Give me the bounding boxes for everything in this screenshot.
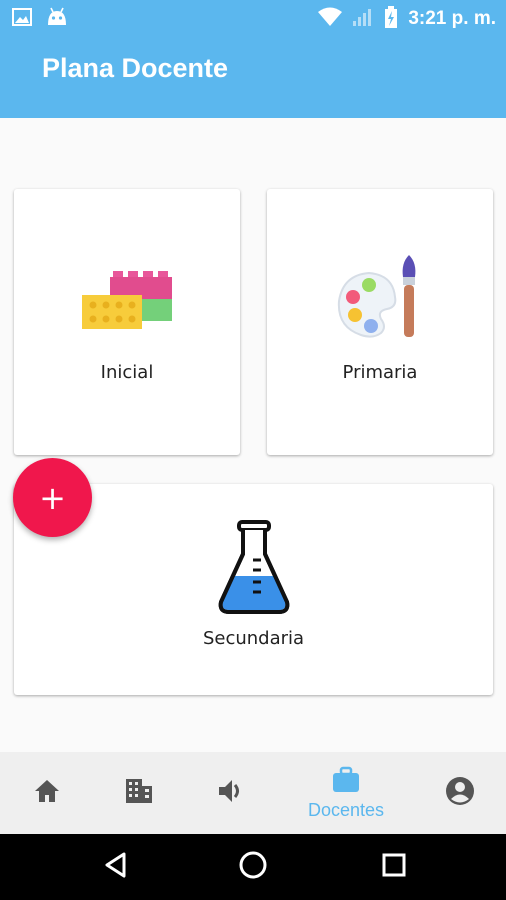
building-icon: [124, 777, 154, 809]
battery-charging-icon: [384, 6, 398, 32]
system-navigation-bar: [0, 834, 506, 900]
home-icon: [33, 778, 61, 808]
android-icon: [46, 7, 68, 31]
add-icon: +: [39, 478, 66, 517]
main-content: Inicial Primaria Secundaria: [0, 118, 506, 752]
back-button[interactable]: [97, 850, 133, 884]
recents-button[interactable]: [376, 850, 412, 884]
level-card-label: Inicial: [100, 362, 154, 383]
level-card-primaria[interactable]: Primaria: [267, 189, 493, 455]
nav-item-account[interactable]: [415, 752, 505, 834]
home-circle-icon: [238, 850, 268, 884]
status-time: 3:21 p. m.: [408, 8, 496, 29]
nav-item-docentes[interactable]: Docentes: [301, 752, 391, 834]
add-button[interactable]: +: [13, 458, 92, 537]
lego-blocks-icon: [80, 267, 174, 335]
back-icon: [103, 851, 127, 883]
paint-palette-icon: [335, 253, 429, 353]
app-bar: Plana Docente: [0, 36, 506, 118]
bottom-navigation: Docentes: [0, 752, 506, 834]
status-bar: 3:21 p. m.: [0, 0, 506, 36]
home-system-button[interactable]: [235, 850, 271, 884]
volume-icon: [216, 777, 246, 809]
briefcase-icon: [331, 766, 361, 798]
nav-item-building[interactable]: [94, 752, 184, 834]
signal-icon: [352, 7, 374, 31]
recents-icon: [381, 852, 407, 882]
image-icon: [12, 7, 32, 31]
level-card-inicial[interactable]: Inicial: [14, 189, 240, 455]
level-card-label: Primaria: [342, 362, 418, 383]
level-card-label: Secundaria: [202, 628, 305, 649]
flask-icon: [217, 520, 291, 620]
page-title: Plana Docente: [42, 53, 229, 83]
nav-label-docentes: Docentes: [307, 799, 385, 820]
account-icon: [445, 776, 475, 810]
nav-item-home[interactable]: [2, 752, 92, 834]
wifi-icon: [318, 7, 343, 31]
nav-item-volume[interactable]: [186, 752, 276, 834]
